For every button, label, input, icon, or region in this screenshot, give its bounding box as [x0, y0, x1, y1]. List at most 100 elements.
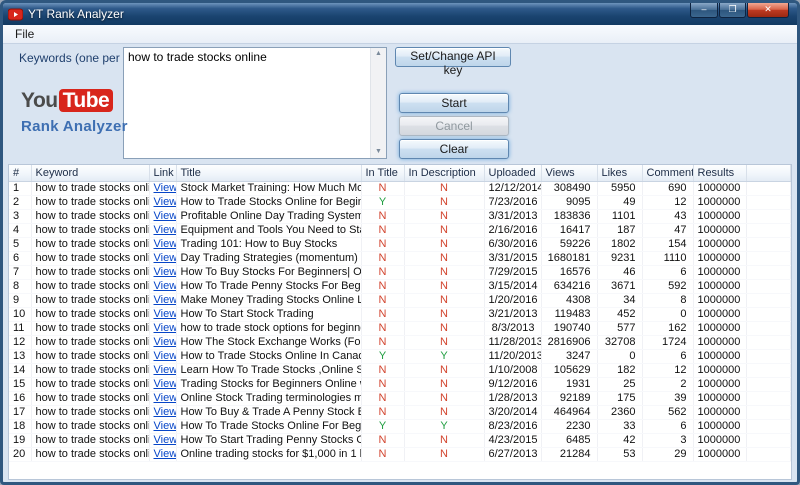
- cell-title: how to trade stock options for beginners…: [176, 321, 361, 335]
- cell-filler: [746, 279, 791, 293]
- cell-link: View: [149, 335, 176, 349]
- view-link[interactable]: View: [154, 420, 177, 432]
- col-header-link[interactable]: Link: [149, 165, 176, 181]
- cell-uploaded: 8/23/2016: [484, 419, 541, 433]
- keywords-value[interactable]: how to trade stocks online: [124, 48, 370, 158]
- cell-filler: [746, 447, 791, 461]
- cell-in-title: Y: [361, 195, 404, 209]
- cell-index: 8: [9, 279, 31, 293]
- col-header-in-description[interactable]: In Description: [404, 165, 484, 181]
- cell-filler: [746, 209, 791, 223]
- keywords-scrollbar[interactable]: ▲ ▼: [370, 48, 386, 158]
- cell-uploaded: 6/30/2016: [484, 237, 541, 251]
- cell-link: View: [149, 307, 176, 321]
- clear-button[interactable]: Clear: [399, 139, 509, 159]
- col-header-results[interactable]: Results: [693, 165, 746, 181]
- close-button[interactable]: ✕: [747, 3, 789, 18]
- cell-uploaded: 11/28/2013: [484, 335, 541, 349]
- table-row[interactable]: 19 how to trade stocks online View How T…: [9, 433, 791, 447]
- table-row[interactable]: 16 how to trade stocks online View Onlin…: [9, 391, 791, 405]
- cell-in-title: N: [361, 363, 404, 377]
- cell-likes: 452: [597, 307, 642, 321]
- view-link[interactable]: View: [154, 392, 177, 404]
- view-link[interactable]: View: [154, 448, 177, 460]
- titlebar[interactable]: YT Rank Analyzer – ❐ ✕: [3, 3, 797, 25]
- table-row[interactable]: 13 how to trade stocks online View How t…: [9, 349, 791, 363]
- cell-in-description: Y: [404, 349, 484, 363]
- col-header-keyword[interactable]: Keyword: [31, 165, 149, 181]
- cell-filler: [746, 237, 791, 251]
- table-row[interactable]: 14 how to trade stocks online View Learn…: [9, 363, 791, 377]
- view-link[interactable]: View: [154, 378, 177, 390]
- cell-likes: 175: [597, 391, 642, 405]
- table-row[interactable]: 8 how to trade stocks online View How To…: [9, 279, 791, 293]
- cell-likes: 1101: [597, 209, 642, 223]
- cell-views: 183836: [541, 209, 597, 223]
- table-row[interactable]: 20 how to trade stocks online View Onlin…: [9, 447, 791, 461]
- view-link[interactable]: View: [154, 350, 177, 362]
- table-row[interactable]: 5 how to trade stocks online View Tradin…: [9, 237, 791, 251]
- cell-uploaded: 3/21/2013: [484, 307, 541, 321]
- table-row[interactable]: 12 how to trade stocks online View How T…: [9, 335, 791, 349]
- table-row[interactable]: 7 how to trade stocks online View How To…: [9, 265, 791, 279]
- view-link[interactable]: View: [154, 266, 177, 278]
- table-row[interactable]: 10 how to trade stocks online View How T…: [9, 307, 791, 321]
- cell-keyword: how to trade stocks online: [31, 419, 149, 433]
- cell-link: View: [149, 279, 176, 293]
- view-link[interactable]: View: [154, 280, 177, 292]
- view-link[interactable]: View: [154, 364, 177, 376]
- cancel-button[interactable]: Cancel: [399, 116, 509, 136]
- table-row[interactable]: 17 how to trade stocks online View How T…: [9, 405, 791, 419]
- cell-in-title: N: [361, 405, 404, 419]
- col-header-title[interactable]: Title: [176, 165, 361, 181]
- view-link[interactable]: View: [154, 336, 177, 348]
- table-row[interactable]: 11 how to trade stocks online View how t…: [9, 321, 791, 335]
- col-header-likes[interactable]: Likes: [597, 165, 642, 181]
- view-link[interactable]: View: [154, 308, 177, 320]
- maximize-button[interactable]: ❐: [719, 3, 746, 18]
- cell-uploaded: 3/31/2013: [484, 209, 541, 223]
- scroll-down-icon[interactable]: ▼: [375, 148, 382, 156]
- cell-views: 464964: [541, 405, 597, 419]
- view-link[interactable]: View: [154, 406, 177, 418]
- cell-uploaded: 3/20/2014: [484, 405, 541, 419]
- app-icon: [8, 8, 23, 21]
- table-row[interactable]: 2 how to trade stocks online View How to…: [9, 195, 791, 209]
- table-row[interactable]: 1 how to trade stocks online View Stock …: [9, 181, 791, 195]
- view-link[interactable]: View: [154, 322, 177, 334]
- start-button[interactable]: Start: [399, 93, 509, 113]
- col-header-index[interactable]: #: [9, 165, 31, 181]
- table-row[interactable]: 9 how to trade stocks online View Make M…: [9, 293, 791, 307]
- col-header-views[interactable]: Views: [541, 165, 597, 181]
- cell-comments: 47: [642, 223, 693, 237]
- view-link[interactable]: View: [154, 224, 177, 236]
- cell-index: 17: [9, 405, 31, 419]
- scroll-up-icon[interactable]: ▲: [375, 50, 382, 58]
- table-row[interactable]: 3 how to trade stocks online View Profit…: [9, 209, 791, 223]
- view-link[interactable]: View: [154, 294, 177, 306]
- view-link[interactable]: View: [154, 434, 177, 446]
- table-row[interactable]: 6 how to trade stocks online View Day Tr…: [9, 251, 791, 265]
- view-link[interactable]: View: [154, 252, 177, 264]
- cell-results: 1000000: [693, 181, 746, 195]
- cell-link: View: [149, 265, 176, 279]
- table-row[interactable]: 18 how to trade stocks online View How T…: [9, 419, 791, 433]
- cell-views: 3247: [541, 349, 597, 363]
- view-link[interactable]: View: [154, 196, 177, 208]
- cell-keyword: how to trade stocks online: [31, 377, 149, 391]
- view-link[interactable]: View: [154, 238, 177, 250]
- col-header-uploaded[interactable]: Uploaded: [484, 165, 541, 181]
- logo-tube: Tube: [59, 89, 114, 112]
- col-header-comments[interactable]: Comments: [642, 165, 693, 181]
- keywords-input[interactable]: how to trade stocks online ▲ ▼: [123, 47, 387, 159]
- minimize-button[interactable]: –: [690, 3, 718, 18]
- view-link[interactable]: View: [154, 210, 177, 222]
- cell-filler: [746, 181, 791, 195]
- table-row[interactable]: 15 how to trade stocks online View Tradi…: [9, 377, 791, 391]
- menu-file[interactable]: File: [10, 26, 39, 42]
- view-link[interactable]: View: [154, 182, 177, 194]
- cell-link: View: [149, 195, 176, 209]
- col-header-in-title[interactable]: In Title: [361, 165, 404, 181]
- set-api-key-button[interactable]: Set/Change API key: [395, 47, 511, 67]
- table-row[interactable]: 4 how to trade stocks online View Equipm…: [9, 223, 791, 237]
